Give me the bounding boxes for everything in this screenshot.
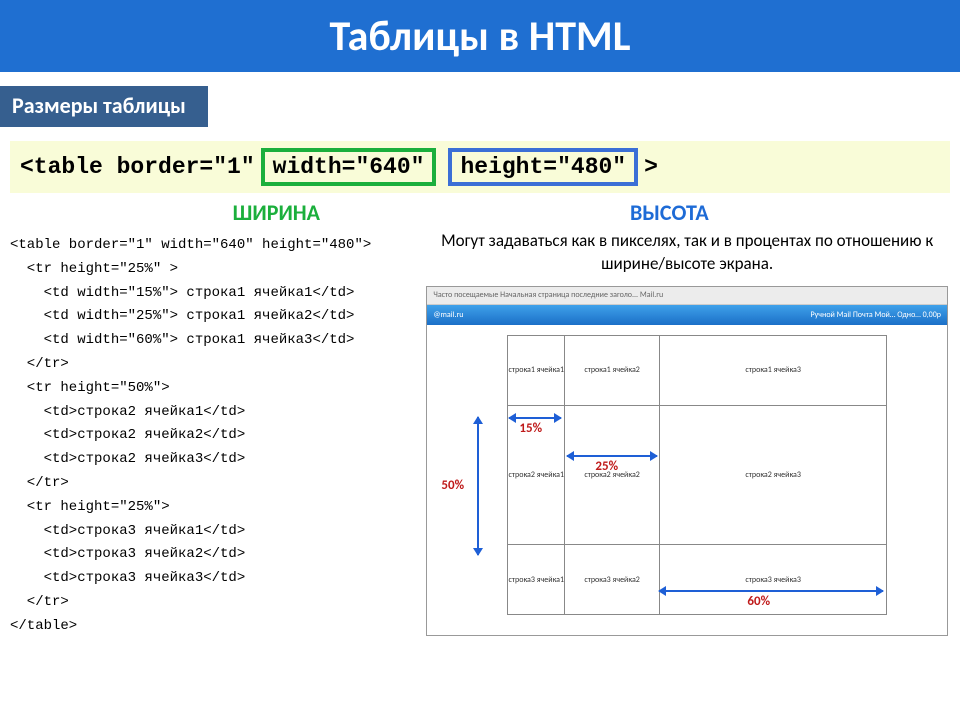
tag-example-strip: <table border="1" width="640" height="48…: [10, 141, 950, 193]
width-attr-highlight: width="640": [261, 148, 437, 186]
subtitle: Размеры таблицы: [0, 86, 208, 127]
arrow-50: [477, 417, 479, 555]
browser-mail-bar: @mail.ru Ручной Mail Почта Мой… Одно… 0,…: [427, 305, 947, 325]
label-width: ШИРИНА: [10, 199, 480, 226]
cell-3-1: строка3 ячейка1: [508, 545, 565, 615]
cell-1-3: строка1 ячейка3: [659, 335, 886, 405]
cell-3-2: строка3 ячейка2: [565, 545, 660, 615]
dim-25: 25%: [595, 459, 618, 474]
width-attr-text: width="640": [273, 154, 425, 180]
dim-60: 60%: [747, 594, 770, 609]
dim-50: 50%: [441, 478, 464, 493]
right-column: Могут задаваться как в пикселях, так и в…: [422, 230, 960, 639]
browser-bar2-left: @mail.ru: [433, 310, 463, 320]
demo-area: строка1 ячейка1 строка1 ячейка2 строка1 …: [427, 335, 947, 635]
caption-text: Могут задаваться как в пикселях, так и в…: [426, 230, 948, 276]
content-row: <table border="1" width="640" height="48…: [0, 230, 960, 639]
height-attr-highlight: height="480": [448, 148, 638, 186]
cell-1-2: строка1 ячейка2: [565, 335, 660, 405]
tag-suffix: >: [644, 154, 658, 180]
labels-row: ШИРИНА ВЫСОТА: [10, 199, 950, 226]
slide-title: Таблицы в HTML: [0, 0, 960, 72]
arrow-25: [567, 455, 657, 457]
arrow-60: [659, 590, 883, 592]
cell-2-3: строка2 ячейка3: [659, 405, 886, 545]
browser-mock: Часто посещаемые Начальная страница посл…: [426, 286, 948, 636]
height-attr-text: height="480": [460, 154, 626, 180]
label-height: ВЫСОТА: [480, 199, 950, 226]
arrow-15: [509, 417, 561, 419]
cell-3-3: строка3 ячейка3: [659, 545, 886, 615]
demo-table: строка1 ячейка1 строка1 ячейка2 строка1 …: [507, 335, 887, 615]
subtitle-wrap: Размеры таблицы: [0, 86, 960, 127]
cell-2-2: строка2 ячейка2: [565, 405, 660, 545]
cell-1-1: строка1 ячейка1: [508, 335, 565, 405]
tag-prefix: <table border="1": [20, 154, 255, 180]
browser-bookmarks-bar: Часто посещаемые Начальная страница посл…: [427, 287, 947, 305]
browser-bar2-right: Ручной Mail Почта Мой… Одно… 0,00р: [811, 310, 941, 320]
dim-15: 15%: [519, 421, 542, 436]
code-listing: <table border="1" width="640" height="48…: [0, 230, 422, 639]
